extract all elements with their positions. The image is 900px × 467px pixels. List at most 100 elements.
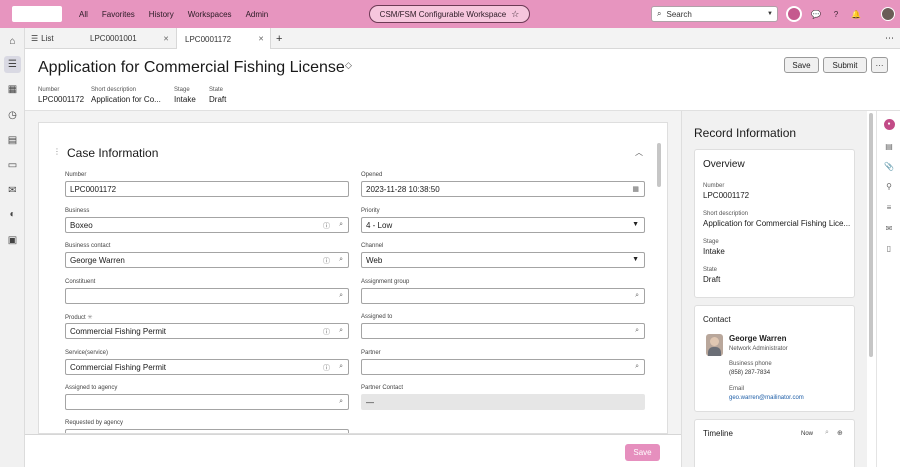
chevron-up-icon[interactable]: ︿ <box>635 147 643 158</box>
email-label: Email <box>729 386 745 392</box>
save-button[interactable]: Save <box>784 57 819 73</box>
add-tab-icon[interactable]: + <box>276 28 288 49</box>
nav-workspaces[interactable]: Workspaces <box>188 10 232 19</box>
mail-icon[interactable]: ✉ <box>4 182 21 199</box>
inbox-icon[interactable]: ▤ <box>4 132 21 149</box>
chevron-down-icon[interactable]: ▼ <box>767 11 773 17</box>
chevron-down-icon[interactable]: ▼ <box>632 221 639 228</box>
assigned-to-agency-input[interactable]: ⌕ <box>65 394 349 410</box>
star-icon[interactable]: ☆ <box>511 9 519 20</box>
tab-record-1[interactable]: LPC0001001 ✕ <box>85 28 175 49</box>
map-icon[interactable]: ▦ <box>4 81 21 98</box>
info-icon[interactable]: ⓘ <box>323 363 330 373</box>
record-info-icon[interactable]: ● <box>882 117 896 131</box>
field-label: Assigned to <box>361 314 393 320</box>
field-value: LPC0001172 <box>703 191 750 200</box>
tab-record-2[interactable]: LPC0001172 ✕ <box>176 28 271 50</box>
field-label-text: Product <box>65 315 86 321</box>
channel-select[interactable]: Web ▼ <box>361 252 645 268</box>
contact-email[interactable]: geo.warren@mailinator.com <box>729 395 804 401</box>
calendar-icon[interactable]: ▣ <box>4 232 21 249</box>
location-icon[interactable]: ⚲ <box>882 179 896 193</box>
mail-icon[interactable]: ✉ <box>882 221 896 235</box>
field-business: Business Boxeo ⓘ ⌕ <box>65 208 349 233</box>
opened-input[interactable]: 2023-11-28 10:38:50 ▦ <box>361 181 645 197</box>
assignment-group-input[interactable]: ⌕ <box>361 288 645 304</box>
search-icon[interactable]: ⌕ <box>339 363 343 371</box>
user-avatar[interactable] <box>881 7 895 21</box>
dashboard-icon[interactable]: ◐ <box>4 206 21 223</box>
tab-list[interactable]: ☰ List <box>31 28 81 49</box>
service-input[interactable]: Commercial Fishing Permit ⓘ ⌕ <box>65 359 349 375</box>
chat-icon[interactable]: 💬 <box>809 7 823 21</box>
search-icon[interactable]: ⌕ <box>635 327 639 335</box>
overview-field-state: State Draft <box>703 267 720 284</box>
nav-all[interactable]: All <box>79 10 88 19</box>
more-icon[interactable]: ⋯ <box>885 28 897 49</box>
zoom-in-icon[interactable]: ⊕ <box>837 429 843 437</box>
nav-history[interactable]: History <box>149 10 174 19</box>
search-icon[interactable]: ⌕ <box>339 327 343 335</box>
field-value: Draft <box>209 95 227 104</box>
chevron-down-icon[interactable]: ▼ <box>632 256 639 263</box>
overview-field-stage: Stage Intake <box>703 239 725 256</box>
field-label: Business contact <box>65 243 111 249</box>
calendar-icon[interactable]: ▦ <box>632 185 639 193</box>
info-icon[interactable]: ⓘ <box>323 256 330 266</box>
search-icon[interactable]: ⌕ <box>339 256 343 264</box>
nav-favorites[interactable]: Favorites <box>102 10 135 19</box>
search-icon[interactable]: ⌕ <box>339 221 343 229</box>
submit-button[interactable]: Submit <box>823 57 867 73</box>
info-icon[interactable]: ⓘ <box>323 327 330 337</box>
assigned-to-input[interactable]: ⌕ <box>361 323 645 339</box>
search-icon[interactable]: ⌕ <box>339 292 343 300</box>
tag-icon[interactable]: ◇ <box>345 60 352 71</box>
home-icon[interactable]: ⌂ <box>4 33 21 50</box>
workspace-pill[interactable]: CSM/FSM Configurable Workspace ☆ <box>369 5 530 23</box>
field-value: Boxeo <box>70 220 93 230</box>
calendar-clock-icon[interactable]: ◷ <box>4 107 21 124</box>
ticket-icon[interactable]: ▭ <box>4 157 21 174</box>
product-input[interactable]: Commercial Fishing Permit ⓘ ⌕ <box>65 323 349 339</box>
contact-name: George Warren <box>729 334 787 343</box>
bell-icon[interactable]: 🔔 <box>849 7 863 21</box>
logo[interactable] <box>12 6 62 22</box>
globe-icon[interactable] <box>786 6 802 22</box>
more-actions-button[interactable]: ··· <box>871 57 888 73</box>
scrollbar[interactable] <box>657 143 661 187</box>
help-icon[interactable]: ? <box>829 7 843 21</box>
business-input[interactable]: Boxeo ⓘ ⌕ <box>65 217 349 233</box>
business-contact-input[interactable]: George Warren ⓘ ⌕ <box>65 252 349 268</box>
header-field-short-description: Short description Application for Co... <box>91 87 161 104</box>
drag-handle-icon[interactable]: ⋮ <box>53 147 61 156</box>
workspace-label: CSM/FSM Configurable Workspace <box>379 9 507 19</box>
partner-contact-input: — <box>361 394 645 410</box>
global-search[interactable]: ⌕ Search ▼ <box>651 6 778 22</box>
partner-input[interactable]: ⌕ <box>361 359 645 375</box>
constituent-input[interactable]: ⌕ <box>65 288 349 304</box>
close-icon[interactable]: ✕ <box>163 35 169 43</box>
field-requested-by-agency: Requested by agency <box>65 420 349 433</box>
field-label: Short description <box>703 211 749 217</box>
card-title: Overview <box>703 159 745 170</box>
zoom-out-icon[interactable]: ⌕ <box>825 429 829 437</box>
number-input[interactable]: LPC0001172 <box>65 181 349 197</box>
close-icon[interactable]: ✕ <box>258 35 264 43</box>
search-icon[interactable]: ⌕ <box>635 292 639 300</box>
panel-scrollbar[interactable] <box>869 113 873 357</box>
section-title: Case Information <box>67 146 159 160</box>
tab-label: LPC0001001 <box>90 34 137 43</box>
document-icon[interactable]: ▯ <box>882 241 896 255</box>
footer-save-button[interactable]: Save <box>625 444 660 461</box>
timeline-now[interactable]: Now <box>801 431 813 437</box>
search-icon[interactable]: ⌕ <box>635 363 639 371</box>
priority-select[interactable]: 4 - Low ▼ <box>361 217 645 233</box>
info-icon[interactable]: ⓘ <box>323 221 330 231</box>
search-icon[interactable]: ⌕ <box>339 398 343 406</box>
details-icon[interactable]: ▤ <box>882 139 896 153</box>
field-label: Constituent <box>65 279 96 285</box>
list-icon[interactable]: ☰ <box>4 56 21 73</box>
list-icon[interactable]: ≡ <box>882 200 896 214</box>
attachment-icon[interactable]: 📎 <box>882 159 896 173</box>
nav-admin[interactable]: Admin <box>246 10 269 19</box>
